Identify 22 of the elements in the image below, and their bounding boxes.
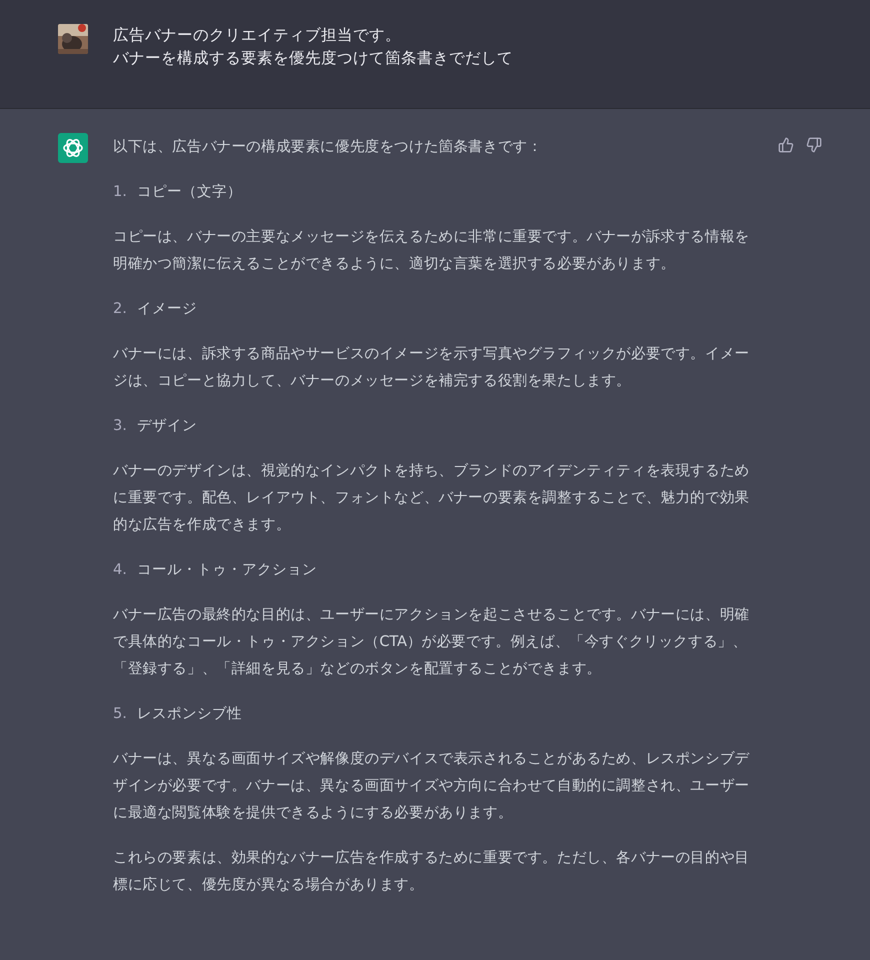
- item-description: バナーは、異なる画面サイズや解像度のデバイスで表示されることがあるため、レスポンシブデザインが必要です。バナーは、異なる画面サイズや方向に合わせて自動的に調整され、ユーザーに最適な閲覧体験を提供できるようにする必要があります。: [113, 749, 750, 823]
- conclusion-text: これらの要素は、効果的なバナー広告を作成するために重要です。ただし、各バナーの目的や目標に応じて、優先度が異なる場合があります。: [113, 848, 750, 895]
- item-description: コピーは、バナーの主要なメッセージを伝えるために非常に重要です。バナーが訴求する情報を明確かつ簡潔に伝えることができるように、適切な言葉を選択する必要があります。: [113, 227, 750, 274]
- list-number: 2.: [113, 299, 127, 319]
- thumbs-up-icon[interactable]: [778, 137, 794, 153]
- item-title: デザイン: [136, 416, 197, 436]
- list-number: 3.: [113, 416, 127, 436]
- user-message-text: 広告バナーのクリエイティブ担当です。: [113, 25, 402, 46]
- item-title: イメージ: [136, 299, 197, 319]
- list-number: 4.: [113, 560, 127, 580]
- item-description: バナーには、訴求する商品やサービスのイメージを示す写真やグラフィックが必要です。イメージは、コピーと協力して、バナーのメッセージを補完する役割を果たします。: [113, 344, 750, 391]
- knot-logo-icon: [58, 133, 88, 163]
- item-description: バナー広告の最終的な目的は、ユーザーにアクションを起こさせることです。バナーには、明確で具体的なコール・トゥ・アクション（CTA）が必要です。例えば、「今すぐクリックする」、「登録する」、「詳細を見る」などのボタンを配置することができます。: [113, 605, 750, 679]
- item-description: バナーのデザインは、視覚的なインパクトを持ち、ブランドのアイデンティティを表現するために重要です。配色、レイアウト、フォントなど、バナーの要素を調整することで、魅力的で効果的な広告を作成できます。: [113, 461, 750, 535]
- list-number: 5.: [113, 704, 127, 724]
- item-title: コピー（文字）: [136, 182, 242, 202]
- thumbs-down-icon[interactable]: [806, 137, 822, 153]
- item-title: コール・トゥ・アクション: [136, 560, 317, 580]
- list-number: 1.: [113, 182, 127, 202]
- intro-text: 以下は、広告バナーの構成要素に優先度をつけた箇条書きです：: [113, 137, 544, 157]
- item-title: レスポンシブ性: [136, 704, 242, 724]
- user-message-text: バナーを構成する要素を優先度つけて箇条書きでだして: [113, 48, 513, 69]
